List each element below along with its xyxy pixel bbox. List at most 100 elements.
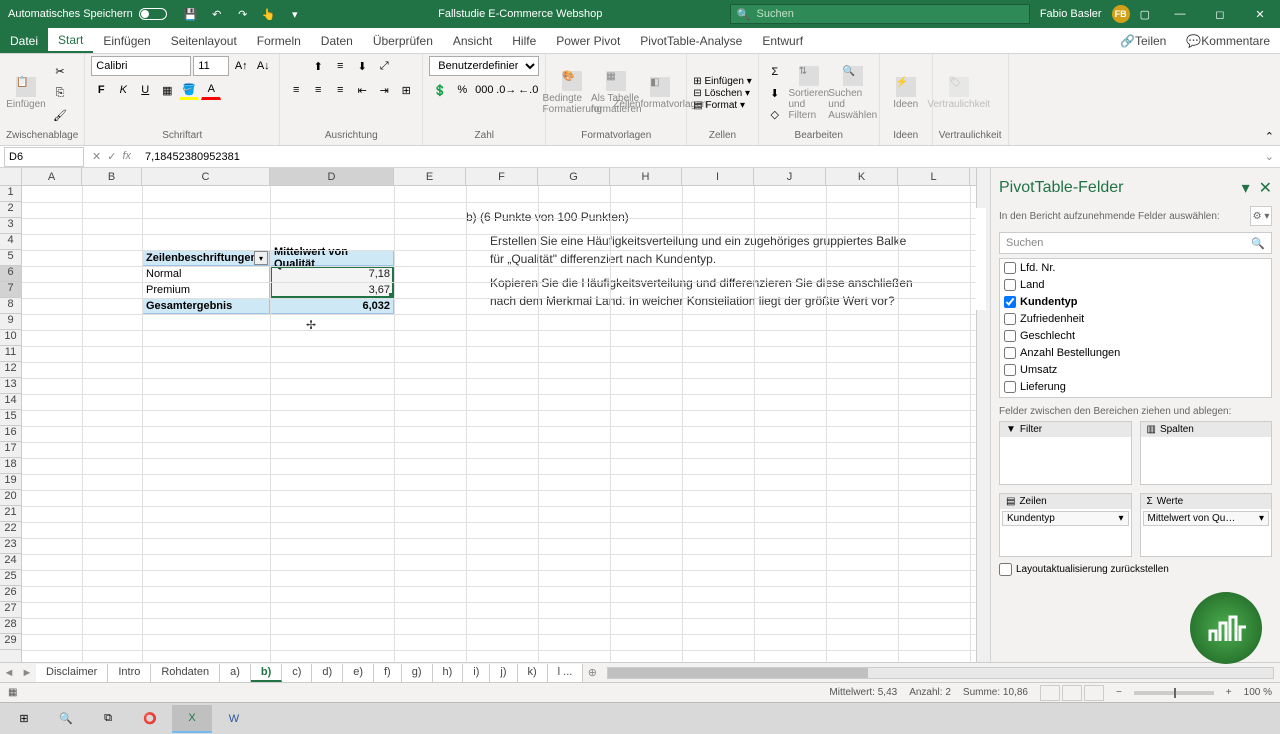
row-header[interactable]: 4 [0, 234, 21, 250]
tab-insert[interactable]: Einfügen [93, 28, 160, 53]
tab-data[interactable]: Daten [311, 28, 363, 53]
column-header[interactable]: I [682, 168, 754, 185]
fields-search-input[interactable]: Suchen 🔍 [999, 232, 1272, 254]
indent-decrease-icon[interactable]: ⇤ [352, 80, 372, 100]
user-avatar[interactable]: FB [1112, 5, 1130, 23]
field-checkbox[interactable] [1004, 347, 1016, 359]
tab-formulas[interactable]: Formeln [247, 28, 311, 53]
zoom-out-button[interactable]: − [1116, 687, 1122, 698]
pivot-row-label[interactable]: Normal [142, 266, 270, 282]
font-size-input[interactable] [193, 56, 229, 76]
touch-mode-icon[interactable]: 👆 [261, 6, 277, 22]
format-cells-button[interactable]: ▤ Format ▾ [693, 100, 751, 111]
pivot-total-value[interactable]: 6,032 [270, 298, 394, 314]
row-header[interactable]: 9 [0, 314, 21, 330]
align-bottom-icon[interactable]: ⬇ [352, 56, 372, 76]
column-header[interactable]: F [466, 168, 538, 185]
field-item[interactable]: Lfd. Nr. [1000, 259, 1271, 276]
font-name-input[interactable] [91, 56, 191, 76]
pivot-row-label[interactable]: Premium [142, 282, 270, 298]
field-checkbox[interactable] [1004, 381, 1016, 393]
merge-button[interactable]: ⊞ [396, 80, 416, 100]
field-item[interactable]: Geschlecht [1000, 327, 1271, 344]
field-checkbox[interactable] [1004, 296, 1016, 308]
minimize-button[interactable]: — [1160, 0, 1200, 28]
field-checkbox[interactable] [1004, 330, 1016, 342]
conditional-formatting-button[interactable]: 🎨Bedingte Formatierung [552, 61, 592, 125]
tab-design[interactable]: Entwurf [752, 28, 813, 53]
tab-help[interactable]: Hilfe [502, 28, 546, 53]
sheet-tab[interactable]: g) [402, 664, 433, 682]
sheet-tab[interactable]: l ... [548, 664, 584, 682]
columns-drop-zone[interactable]: ▥Spalten [1140, 421, 1273, 485]
chevron-down-icon[interactable]: ▾ [1259, 513, 1264, 524]
paste-button[interactable]: 📋 Einfügen [6, 61, 46, 125]
increase-font-icon[interactable]: A↑ [231, 56, 251, 76]
clear-icon[interactable]: ◇ [765, 104, 785, 124]
ribbon-mode-icon[interactable]: ▢ [1140, 8, 1150, 21]
field-checkbox[interactable] [1004, 313, 1016, 325]
pane-close-icon[interactable]: ✕ [1259, 180, 1272, 197]
qat-more-icon[interactable]: ▾ [287, 6, 303, 22]
row-header[interactable]: 2 [0, 202, 21, 218]
expand-formula-icon[interactable]: ⌄ [1259, 150, 1280, 163]
orientation-icon[interactable]: ⤢ [374, 56, 394, 76]
gear-icon[interactable]: ⚙ ▾ [1250, 206, 1272, 226]
column-header[interactable]: D [270, 168, 394, 185]
row-header[interactable]: 7 [0, 282, 21, 298]
field-item[interactable]: Lieferung [1000, 378, 1271, 395]
rows-field-item[interactable]: Kundentyp▾ [1002, 511, 1129, 526]
close-button[interactable]: ✕ [1240, 0, 1280, 28]
row-header[interactable]: 22 [0, 522, 21, 538]
ideas-button[interactable]: ⚡Ideen [886, 61, 926, 125]
underline-button[interactable]: U [135, 80, 155, 100]
row-header[interactable]: 10 [0, 330, 21, 346]
column-header[interactable]: B [82, 168, 142, 185]
normal-view-button[interactable] [1040, 685, 1060, 701]
sheet-nav-prev[interactable]: ◄ [0, 667, 18, 679]
align-left-icon[interactable]: ≡ [286, 80, 306, 100]
search-taskbar-icon[interactable]: 🔍 [46, 705, 86, 733]
toggle-switch[interactable] [139, 8, 167, 20]
field-item[interactable]: Kundentyp [1000, 293, 1271, 310]
autosave-toggle[interactable]: Automatisches Speichern [0, 8, 175, 20]
app-icon[interactable]: ⭕ [130, 705, 170, 733]
field-checkbox[interactable] [1004, 364, 1016, 376]
zoom-slider[interactable] [1134, 691, 1214, 695]
tab-review[interactable]: Überprüfen [363, 28, 443, 53]
fx-icon[interactable]: fx [122, 150, 131, 163]
tab-power-pivot[interactable]: Power Pivot [546, 28, 630, 53]
align-right-icon[interactable]: ≡ [330, 80, 350, 100]
column-header[interactable]: C [142, 168, 270, 185]
horizontal-scrollbar[interactable] [607, 667, 1274, 679]
autosum-icon[interactable]: Σ [765, 62, 785, 82]
task-view-icon[interactable]: ⧉ [88, 705, 128, 733]
pivot-value-header[interactable]: Mittelwert von Qualität [270, 250, 394, 266]
worksheet[interactable]: ABCDEFGHIJKL 123456789101112131415161718… [0, 168, 976, 662]
decrease-decimal-icon[interactable]: ←.0 [518, 80, 538, 100]
sheet-tab[interactable]: Disclaimer [36, 664, 108, 682]
pivot-total-label[interactable]: Gesamtergebnis [142, 298, 270, 314]
chevron-down-icon[interactable]: ▾ [1118, 513, 1123, 524]
sort-filter-button[interactable]: ⇅Sortieren und Filtern [789, 61, 829, 125]
row-header[interactable]: 6 [0, 266, 21, 282]
row-header[interactable]: 13 [0, 378, 21, 394]
row-header[interactable]: 3 [0, 218, 21, 234]
delete-cells-button[interactable]: ⊟ Löschen ▾ [693, 88, 751, 99]
row-header[interactable]: 11 [0, 346, 21, 362]
maximize-button[interactable]: ◻ [1200, 0, 1240, 28]
zoom-level[interactable]: 100 % [1244, 687, 1272, 698]
align-middle-icon[interactable]: ≡ [330, 56, 350, 76]
tab-home[interactable]: Start [48, 28, 93, 53]
comments-button[interactable]: 💬 Kommentare [1176, 28, 1280, 53]
column-header[interactable]: J [754, 168, 826, 185]
row-header[interactable]: 20 [0, 490, 21, 506]
row-header[interactable]: 8 [0, 298, 21, 314]
sheet-tab[interactable]: j) [490, 664, 517, 682]
save-icon[interactable]: 💾 [183, 6, 199, 22]
copy-icon[interactable]: ⎘ [50, 83, 70, 103]
sheet-tab[interactable]: f) [374, 664, 402, 682]
row-header[interactable]: 28 [0, 618, 21, 634]
currency-icon[interactable]: 💲 [430, 80, 450, 100]
border-button[interactable]: ▦ [157, 80, 177, 100]
